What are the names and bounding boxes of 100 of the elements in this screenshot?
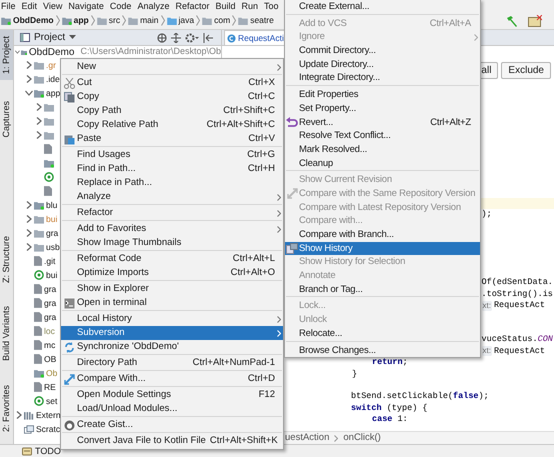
library-icon (24, 410, 34, 420)
menu-item[interactable]: Analyze (137, 0, 170, 12)
menu-item[interactable]: Create External... (285, 0, 480, 14)
breadcrumb-item[interactable]: uestAction (285, 430, 330, 446)
menu-item[interactable]: Directory Path Ctrl+Alt+NumPad-1 (61, 356, 283, 370)
breadcrumb-item[interactable]: java (178, 14, 194, 27)
menu-item[interactable]: Show Image Thumbnails (61, 236, 283, 250)
breadcrumb-item[interactable]: com (214, 14, 230, 27)
menu-item[interactable]: File (1, 0, 16, 12)
menu-item[interactable]: Load/Unload Modules... (61, 402, 283, 416)
terminal-icon (64, 298, 74, 308)
menu-item[interactable]: Synchronize 'ObdDemo' (61, 340, 283, 354)
menu-item[interactable]: Refactor (175, 0, 210, 12)
tree-item[interactable]: usb (46, 240, 60, 254)
menu-item[interactable]: Find Usages Ctrl+G (61, 148, 283, 162)
breadcrumb-item[interactable]: main (140, 14, 159, 27)
menu-item[interactable]: Optimize Imports Ctrl+Alt+O (61, 266, 283, 280)
tree-item[interactable]: RE (44, 380, 56, 394)
menu-item[interactable]: Compare With... Ctrl+D (61, 372, 283, 386)
hide-icon[interactable] (203, 32, 213, 42)
target-icon[interactable] (157, 32, 167, 42)
menu-item[interactable]: Convert Java File to Kotlin File Ctrl+Alt+Shift+K (61, 434, 283, 448)
menu-item[interactable]: New (61, 60, 283, 74)
tree-item[interactable]: gra (44, 282, 56, 296)
menu-item[interactable]: Mark Resolved... (285, 142, 480, 157)
breadcrumb-item[interactable]: seatre (250, 14, 274, 27)
menu-item[interactable]: Open in terminal (61, 296, 283, 310)
tree-item[interactable]: gra (46, 226, 58, 240)
tree-item[interactable]: .ide (46, 72, 60, 86)
menu-item[interactable]: Copy Ctrl+C (61, 90, 283, 104)
tree-item[interactable]: Extern (36, 408, 61, 422)
menu-item[interactable]: Find in Path... Ctrl+H (61, 162, 283, 176)
breadcrumb-item[interactable]: ObdDemo (13, 14, 54, 27)
tree-item[interactable]: mc (44, 338, 56, 352)
chevron-icon (90, 15, 95, 26)
menu-item[interactable]: Edit Properties (285, 88, 480, 102)
panel-title[interactable]: Project (34, 30, 66, 45)
menu-item[interactable]: Relocate... (285, 326, 480, 340)
tree-item[interactable]: gra (44, 310, 56, 324)
tree-item[interactable]: .git (44, 254, 56, 268)
menu-item[interactable]: Build (215, 0, 236, 12)
menu-item[interactable]: Navigate (68, 0, 104, 12)
menu-item[interactable]: Revert... Ctrl+Alt+Z (285, 116, 480, 130)
tree-item[interactable]: loc (44, 324, 55, 338)
menu-item[interactable]: Reformat Code Ctrl+Alt+L (61, 252, 283, 266)
tool-window-tab[interactable]: 1: Project (0, 30, 13, 80)
menu-item[interactable]: Edit (22, 0, 38, 12)
todo-tab[interactable]: TODO (35, 445, 61, 457)
breadcrumb-item[interactable]: app (74, 14, 89, 27)
menu-item[interactable]: Show History (285, 242, 480, 256)
tool-window-tab[interactable]: Build Variants (0, 298, 13, 368)
menu-item[interactable]: Run (242, 0, 258, 12)
menu-item[interactable]: Add to Favorites (61, 222, 283, 236)
menu-item[interactable]: Compare with Branch... (285, 228, 480, 242)
tree-item[interactable]: Ob (46, 366, 58, 380)
menu-item[interactable]: Create Gist... (61, 418, 283, 432)
tree-item[interactable]: OB (44, 352, 56, 366)
chevron-icon (232, 15, 236, 26)
tree-item[interactable]: ObdDemo (28, 44, 74, 60)
collapse-icon[interactable] (171, 32, 181, 42)
menu-item[interactable]: Open Module Settings F12 (61, 388, 283, 402)
tree-item[interactable]: bui (46, 268, 58, 282)
menu-item[interactable]: Refactor (61, 206, 283, 220)
menu-item[interactable]: Subversion (61, 326, 283, 340)
tree-item[interactable]: set (46, 394, 58, 408)
gradle-file-icon (34, 270, 44, 280)
menu-item[interactable]: Resolve Text Conflict... (285, 129, 480, 143)
menu-item[interactable]: Local History (61, 312, 283, 326)
tool-window-tab[interactable]: 2: Favorites (0, 378, 13, 440)
tree-item[interactable]: blu (46, 198, 58, 212)
menu-item[interactable]: Set Property... (285, 102, 480, 116)
menu-item[interactable]: Replace in Path... (61, 176, 283, 190)
menu-item[interactable]: Copy Relative Path Ctrl+Alt+Shift+C (61, 118, 283, 132)
menu-item[interactable]: Code (110, 0, 132, 12)
hammer-icon[interactable] (506, 14, 518, 26)
menu-item[interactable]: Browse Changes... (285, 344, 480, 358)
menu-item[interactable]: Show in Explorer (61, 282, 283, 296)
tree-item[interactable]: Scratc (36, 422, 60, 436)
menu-item[interactable]: Branch or Tag... (285, 282, 480, 296)
menu-item[interactable]: Cleanup (285, 156, 480, 170)
menu-item[interactable]: Too (264, 0, 279, 12)
tool-window-tab[interactable]: Captures (0, 88, 13, 150)
menu-item[interactable]: Commit Directory... (285, 44, 480, 58)
compare-icon (64, 374, 74, 384)
menu-item[interactable]: Analyze (61, 190, 283, 204)
caret-icon[interactable] (69, 35, 76, 40)
menu-item[interactable]: Cut Ctrl+X (61, 76, 283, 90)
toolbar-button[interactable]: Exclude (501, 62, 551, 78)
settings-icon[interactable] (185, 32, 199, 42)
tool-window-tab[interactable]: Z: Structure (0, 230, 13, 290)
panel-icon (20, 33, 30, 42)
breadcrumb-item[interactable]: onClick() (343, 430, 381, 446)
menu-item[interactable]: View (43, 0, 62, 12)
file-icon (44, 186, 52, 196)
breadcrumb-item[interactable]: src (108, 14, 120, 27)
menu-item[interactable]: Paste Ctrl+V (61, 132, 283, 146)
copy-icon (64, 92, 74, 102)
menu-item[interactable]: Copy Path Ctrl+Shift+C (61, 104, 283, 118)
tree-item[interactable]: app (46, 86, 60, 100)
tree-item[interactable]: gra (44, 296, 56, 310)
